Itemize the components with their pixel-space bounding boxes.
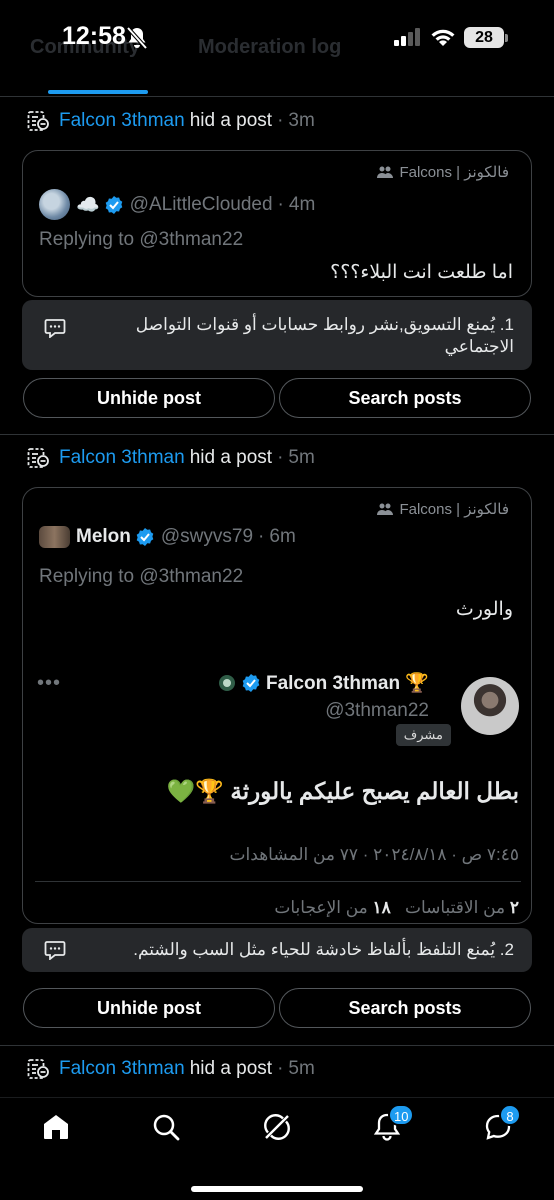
post-time: 4m: [288, 193, 316, 215]
post-author[interactable]: Melon @swyvs79 · 6m: [39, 526, 296, 548]
nav-home[interactable]: [41, 1112, 71, 1142]
home-icon: [44, 1115, 68, 1139]
likes-label: من الإعجابات: [274, 898, 368, 917]
messages-badge: 8: [499, 1104, 521, 1126]
bottom-navigation: 10 8: [0, 1097, 554, 1200]
embedded-handle: @3thman22: [325, 700, 429, 721]
moderation-log-entry: Falcon 3thman hid a post · 5m Falcons | …: [0, 434, 554, 1039]
quotes-count: ٢: [509, 898, 519, 917]
rule-text: 1. يُمنع التسويق,نشر روابط حسابات أو قنو…: [135, 315, 514, 356]
home-indicator: [191, 1186, 363, 1192]
battery-indicator: 28: [464, 27, 504, 48]
moderator-name[interactable]: Falcon 3thman: [59, 447, 185, 469]
hidden-post-card[interactable]: Falcons | فالكونز ☁️ @ALittleClouded · 4…: [22, 150, 532, 297]
more-options-icon[interactable]: •••: [37, 672, 61, 695]
log-time: 3m: [288, 110, 315, 131]
moderator-name[interactable]: Falcon 3thman: [59, 1058, 185, 1080]
post-text: والورث: [455, 599, 513, 620]
background-tab-moderation-log[interactable]: Moderation log: [198, 36, 341, 59]
community-name: Falcons | فالكونز: [399, 164, 509, 181]
log-time: 5m: [288, 1058, 315, 1079]
nav-grok[interactable]: [262, 1112, 292, 1142]
notifications-badge: 10: [388, 1104, 415, 1126]
verified-badge-icon: [136, 528, 154, 546]
hidden-post-icon: [27, 111, 49, 131]
community-name: Falcons | فالكونز: [399, 501, 509, 518]
author-handle[interactable]: @swyvs79: [161, 526, 253, 548]
bell-slash-icon: [126, 26, 148, 50]
community-icon: [377, 503, 394, 515]
post-time: 6m: [269, 526, 296, 547]
author-name[interactable]: Melon: [76, 526, 131, 548]
comment-icon: [44, 319, 66, 338]
moderation-log-entry: Falcon 3thman hid a post · 3m Falcons | …: [0, 97, 554, 427]
embedded-avatar: [461, 677, 519, 735]
wifi-icon: [431, 29, 455, 46]
active-tab-indicator: [48, 90, 148, 94]
community-label[interactable]: Falcons | فالكونز: [377, 500, 509, 518]
verified-badge-icon: [105, 195, 122, 214]
moderation-log-entry: Falcon 3thman hid a post · 5m: [0, 1045, 554, 1097]
post-text: اما طلعت انت البلاء؟؟؟: [330, 262, 513, 283]
log-entry-header: Falcon 3thman hid a post · 3m: [26, 109, 315, 133]
embedded-divider: [35, 881, 521, 882]
status-bar: Community Moderation log 12:58 28: [0, 0, 554, 80]
search-posts-button[interactable]: Search posts: [279, 378, 531, 418]
embedded-name-text: Falcon 3thman 🏆: [265, 673, 429, 694]
comment-icon: [44, 941, 66, 960]
hidden-post-icon: [27, 448, 49, 468]
moderator-badge: مشرف: [395, 724, 451, 746]
community-label[interactable]: Falcons | فالكونز: [377, 163, 509, 181]
embedded-post-stats: ٢ من الاقتباسات ١٨ من الإعجابات: [274, 898, 519, 918]
nav-messages[interactable]: 8: [483, 1104, 521, 1142]
nav-search[interactable]: [151, 1112, 181, 1142]
cellular-signal-icon: [394, 28, 420, 46]
replying-to[interactable]: Replying to @3thman22: [39, 566, 243, 588]
hidden-post-card[interactable]: Falcons | فالكونز Melon @swyvs79 · 6m Re…: [22, 487, 532, 924]
avatar[interactable]: [39, 526, 70, 548]
likes-count: ١٨: [372, 898, 391, 917]
author-handle[interactable]: @ALittleClouded: [130, 194, 273, 216]
avatar[interactable]: [39, 189, 70, 220]
verified-badge-icon: [242, 674, 260, 692]
search-posts-button[interactable]: Search posts: [279, 988, 531, 1028]
moderator-name[interactable]: Falcon 3thman: [59, 110, 185, 132]
community-icon: [377, 166, 394, 178]
log-action: hid a post: [189, 447, 273, 468]
unhide-post-button[interactable]: Unhide post: [23, 378, 275, 418]
rule-text: 2. يُمنع التلفظ بألفاظ خادشة للحياء مثل …: [133, 940, 514, 959]
globe-icon: [218, 675, 235, 691]
author-name[interactable]: ☁️: [76, 193, 100, 217]
quotes-label: من الاقتباسات: [404, 898, 506, 917]
violated-rule: 2. يُمنع التلفظ بألفاظ خادشة للحياء مثل …: [22, 928, 532, 972]
log-entry-header: Falcon 3thman hid a post · 5m: [26, 1057, 315, 1081]
log-action: hid a post: [189, 110, 273, 131]
embedded-post-meta: ٧:٤٥ ص · ٢٠٢٤/٨/١٨ · ٧٧ من المشاهدات: [229, 845, 519, 864]
replying-to[interactable]: Replying to @3thman22: [39, 229, 243, 251]
embedded-author-name: Falcon 3thman 🏆: [217, 671, 429, 695]
clock: 12:58: [62, 22, 126, 50]
embedded-post-text: بطل العالم يصبح عليكم يالورثة 🏆💚: [166, 778, 519, 804]
log-entry-header: Falcon 3thman hid a post · 5m: [26, 446, 315, 470]
grok-icon: [264, 1114, 290, 1140]
log-action: hid a post: [189, 1058, 273, 1079]
violated-rule: 1. يُمنع التسويق,نشر روابط حسابات أو قنو…: [22, 300, 532, 370]
nav-notifications[interactable]: 10: [372, 1104, 415, 1142]
log-time: 5m: [288, 447, 315, 468]
hidden-post-icon: [27, 1059, 49, 1079]
battery-tip: [505, 34, 508, 42]
post-author[interactable]: ☁️ @ALittleClouded · 4m: [39, 189, 315, 220]
unhide-post-button[interactable]: Unhide post: [23, 988, 275, 1028]
search-icon: [153, 1114, 180, 1141]
